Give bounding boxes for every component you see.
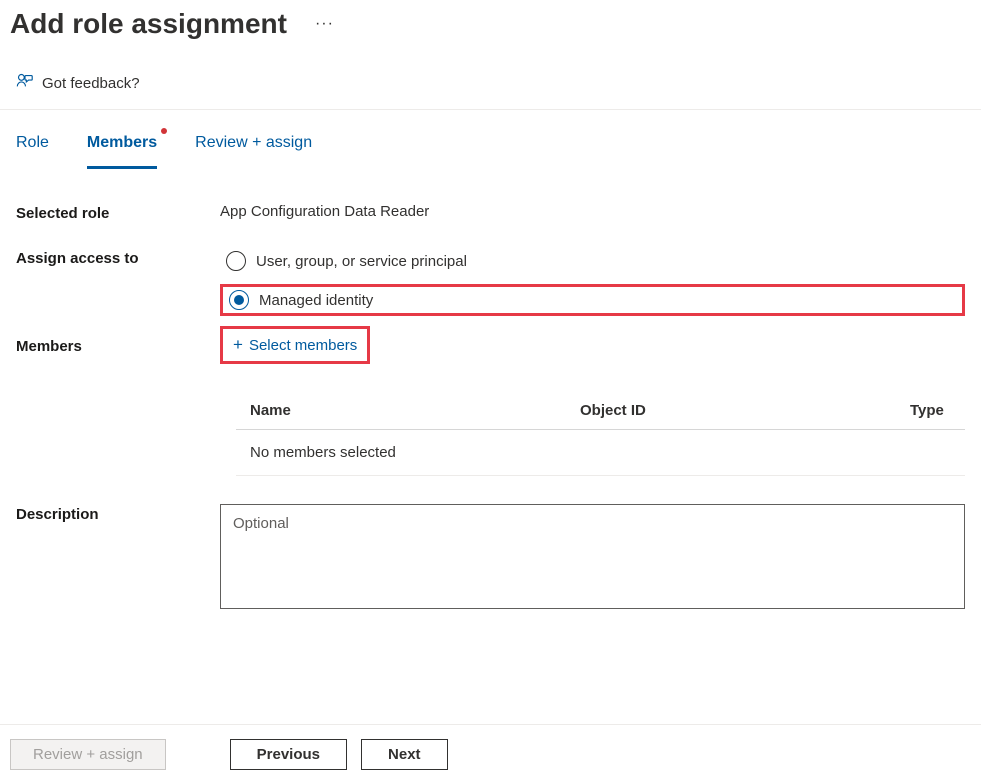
feedback-icon bbox=[16, 72, 34, 95]
col-type: Type bbox=[910, 402, 965, 419]
col-object-id: Object ID bbox=[580, 402, 910, 419]
table-header-row: Name Object ID Type bbox=[236, 392, 965, 430]
radio-user-group-sp-label: User, group, or service principal bbox=[256, 253, 467, 270]
members-table: Name Object ID Type No members selected bbox=[236, 392, 965, 476]
tabs: Role Members Review + assign bbox=[0, 110, 981, 169]
footer: Review + assign Previous Next bbox=[0, 724, 981, 784]
tab-members-label: Members bbox=[87, 134, 157, 151]
more-actions-icon[interactable]: ··· bbox=[315, 15, 334, 33]
description-input[interactable] bbox=[220, 504, 965, 609]
radio-managed-identity[interactable]: Managed identity bbox=[223, 287, 928, 313]
tab-role[interactable]: Role bbox=[16, 128, 49, 169]
required-dot-icon bbox=[161, 128, 167, 134]
select-members-link[interactable]: + Select members bbox=[223, 329, 367, 361]
radio-managed-identity-label: Managed identity bbox=[259, 292, 373, 309]
selected-role-value: App Configuration Data Reader bbox=[220, 203, 965, 220]
description-label: Description bbox=[16, 504, 220, 523]
tab-members[interactable]: Members bbox=[87, 128, 157, 169]
plus-icon: + bbox=[233, 335, 243, 355]
radio-circle-selected-icon bbox=[229, 290, 249, 310]
tab-review-assign[interactable]: Review + assign bbox=[195, 128, 312, 169]
page-title: Add role assignment bbox=[10, 8, 287, 40]
members-label: Members bbox=[16, 336, 220, 355]
previous-button[interactable]: Previous bbox=[230, 739, 347, 770]
next-button[interactable]: Next bbox=[361, 739, 448, 770]
review-assign-button[interactable]: Review + assign bbox=[10, 739, 166, 770]
table-empty-row: No members selected bbox=[236, 430, 965, 476]
radio-user-group-sp[interactable]: User, group, or service principal bbox=[220, 248, 965, 274]
feedback-link[interactable]: Got feedback? bbox=[42, 75, 140, 92]
select-members-label: Select members bbox=[249, 337, 357, 354]
col-name: Name bbox=[250, 402, 580, 419]
selected-role-label: Selected role bbox=[16, 203, 220, 222]
radio-circle-icon bbox=[226, 251, 246, 271]
assign-access-label: Assign access to bbox=[16, 248, 220, 267]
